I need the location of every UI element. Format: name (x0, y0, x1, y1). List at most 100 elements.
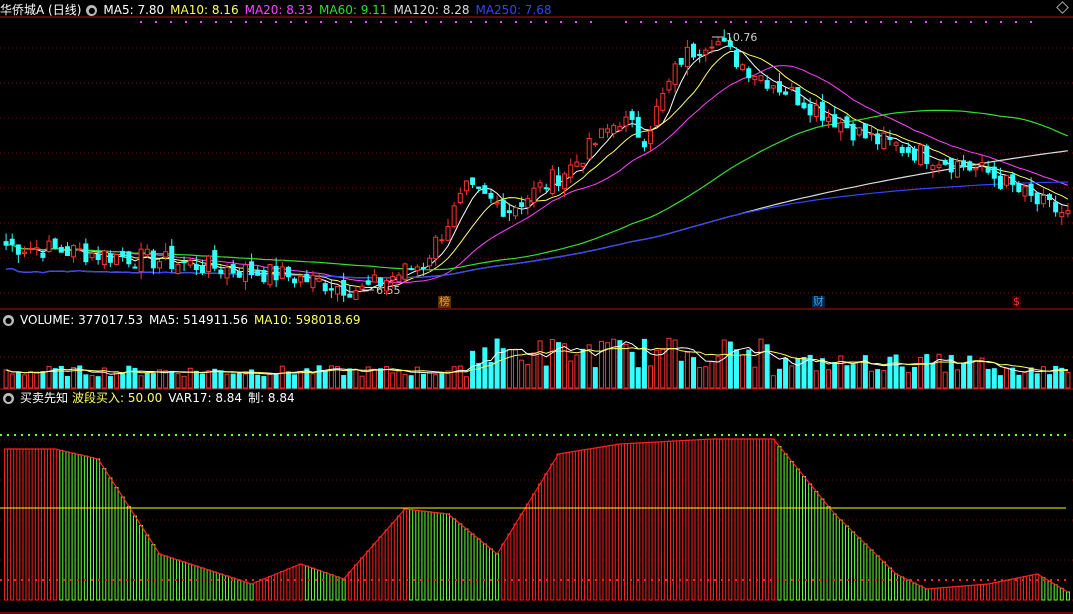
oscillator-bar (1065, 591, 1070, 601)
threshold-dot (448, 434, 450, 436)
candle (819, 101, 825, 121)
volume-bar (826, 369, 832, 389)
volume-bar (795, 358, 801, 389)
threshold-dot (490, 579, 492, 581)
bottom-mark-cai[interactable]: 财 (812, 296, 825, 308)
oscillator-bar (574, 450, 579, 601)
threshold-dot (84, 579, 86, 581)
oscillator-bar (894, 573, 899, 601)
oscillator-bar (347, 571, 352, 601)
oscillator-bar (802, 476, 806, 601)
candle (83, 243, 89, 263)
bottom-mark-dollar[interactable]: $ (1012, 296, 1021, 308)
threshold-dot (1057, 434, 1059, 436)
threshold-dot (532, 434, 534, 436)
threshold-dot (273, 579, 275, 581)
volume-bar (997, 375, 1003, 389)
oscillator-bar (666, 440, 671, 601)
threshold-dot (735, 434, 737, 436)
threshold-dot (476, 434, 478, 436)
threshold-dot (259, 579, 261, 581)
candle (801, 102, 807, 109)
candle (249, 261, 255, 275)
volume-bar (144, 372, 150, 389)
candle (292, 278, 298, 284)
oscillator-bar (34, 448, 39, 601)
threshold-dot (777, 434, 779, 436)
oscillator-bar (679, 440, 684, 601)
candle (758, 75, 764, 81)
threshold-dot (14, 434, 16, 436)
settings-circle-icon[interactable]: ● (86, 5, 98, 16)
oscillator-bar (83, 455, 88, 601)
threshold-dot (560, 434, 562, 436)
indicator-name[interactable]: 买卖先知 (20, 391, 68, 405)
candle (1022, 186, 1028, 197)
bottom-mark-bang[interactable]: 榜 (438, 296, 451, 308)
volume-bar (500, 348, 506, 389)
threshold-dot (203, 579, 205, 581)
oscillator-bar (808, 483, 813, 601)
oscillator-bar (593, 447, 598, 601)
threshold-dot (196, 434, 198, 436)
threshold-dot (959, 434, 961, 436)
threshold-dot (441, 434, 443, 436)
threshold-dot (14, 579, 16, 581)
volume-bar (21, 374, 27, 389)
threshold-dot (1015, 434, 1017, 436)
threshold-dot (98, 434, 100, 436)
candle (795, 87, 801, 106)
volume-bar (641, 338, 647, 389)
indicator-zhi: 制: 8.84 (248, 391, 295, 405)
threshold-dot (959, 579, 961, 581)
threshold-dot (595, 434, 597, 436)
signal-dot (1030, 21, 1032, 23)
candle (574, 161, 580, 167)
volume-bar (770, 375, 776, 389)
threshold-dot (791, 579, 793, 581)
threshold-dot (336, 579, 338, 581)
candle (64, 246, 70, 256)
oscillator-bar (439, 512, 444, 601)
threshold-dot (686, 579, 688, 581)
candle (629, 111, 635, 120)
settings-circle-icon[interactable]: ● (3, 315, 14, 326)
candle (359, 285, 365, 290)
candle (3, 241, 9, 246)
threshold-dot (343, 579, 345, 581)
threshold-dot (560, 579, 562, 581)
threshold-dot (350, 579, 352, 581)
threshold-dot (574, 579, 576, 581)
candle (826, 116, 832, 122)
threshold-dot (245, 434, 247, 436)
stock-title[interactable]: 华侨城A (日线) (0, 3, 81, 17)
threshold-dot (763, 434, 765, 436)
threshold-dot (189, 434, 191, 436)
candle (169, 245, 175, 270)
candle (1016, 183, 1022, 193)
threshold-dot (889, 434, 891, 436)
threshold-dot (280, 579, 282, 581)
signal-dot (335, 21, 337, 23)
oscillator-bar (562, 452, 567, 601)
volume-bar (1047, 374, 1053, 389)
threshold-dot (322, 434, 324, 436)
oscillator-bar (955, 586, 960, 601)
threshold-dot (658, 579, 660, 581)
threshold-dot (1001, 579, 1003, 581)
oscillator-bar (206, 569, 211, 601)
threshold-dot (966, 579, 968, 581)
oscillator-bar (513, 523, 518, 601)
settings-circle-icon[interactable]: ● (3, 393, 14, 404)
oscillator-bar (40, 448, 45, 601)
volume-bar (169, 370, 175, 389)
oscillator-bar (648, 441, 653, 601)
oscillator-bar (495, 553, 500, 601)
threshold-dot (483, 579, 485, 581)
candle (482, 185, 488, 194)
signal-dot (290, 21, 292, 23)
candle (936, 164, 942, 168)
oscillator-bar (875, 555, 880, 601)
oscillator-bar (531, 493, 536, 601)
volume-bar (1065, 371, 1071, 389)
